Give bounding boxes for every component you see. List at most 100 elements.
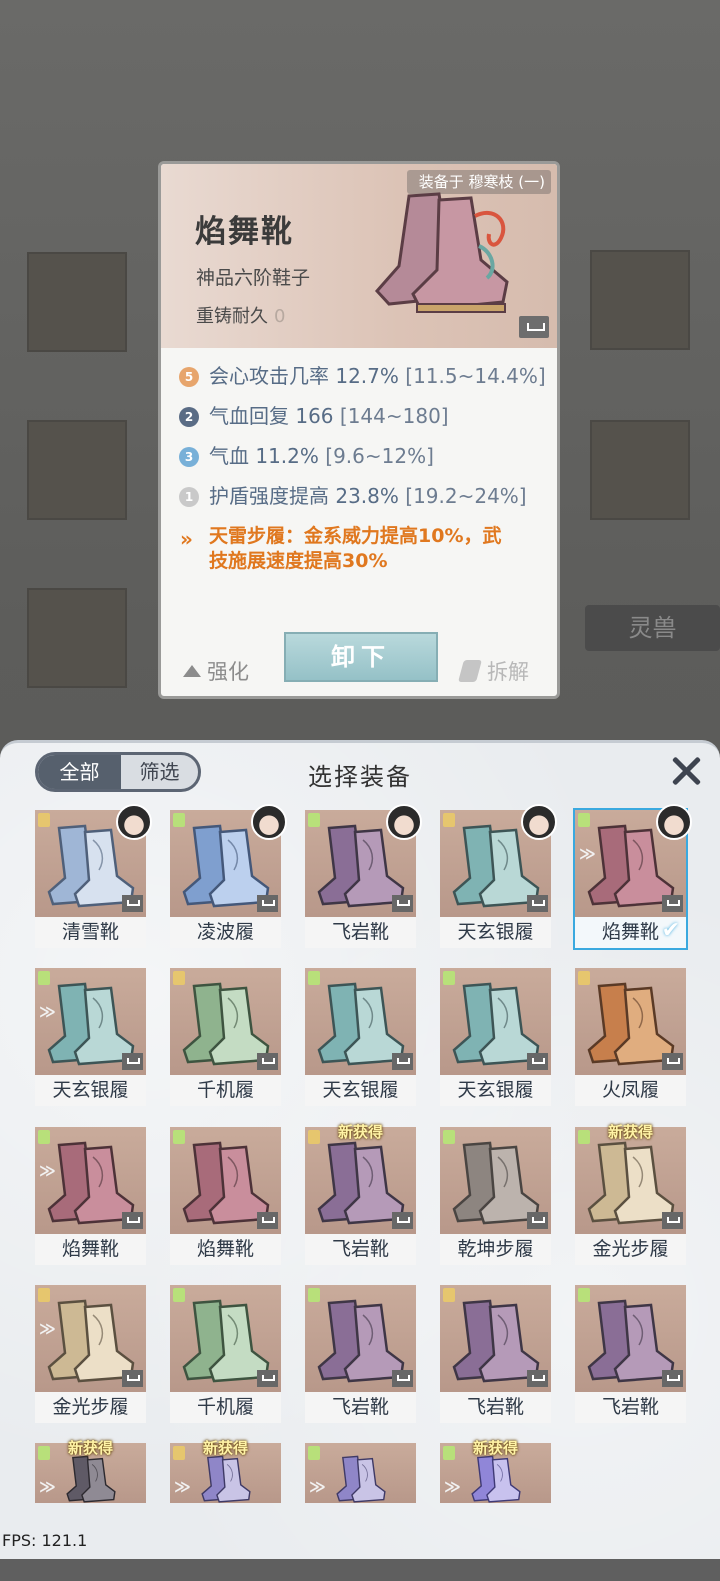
unbound-mark-icon: ≫ xyxy=(39,1477,56,1496)
equipment-thumbnail xyxy=(440,1127,551,1234)
unbound-mark-icon: ≫ xyxy=(39,1161,56,1180)
dismantle-button[interactable]: 拆解 xyxy=(458,656,529,686)
equipment-grid-item[interactable]: ≫ 天玄银履 xyxy=(35,968,146,1106)
equipment-thumbnail xyxy=(305,1127,416,1234)
lock-icon xyxy=(257,1212,278,1229)
lock-icon xyxy=(527,1370,548,1387)
equipment-grid-item[interactable]: 凌波履 xyxy=(170,804,287,948)
equipment-grid-item[interactable]: 天玄银履 xyxy=(440,804,557,948)
lock-icon xyxy=(257,1053,278,1070)
equipment-name: 天玄银履 xyxy=(35,1075,146,1106)
equipment-grid-item[interactable]: 金光步履 新获得 xyxy=(575,1123,686,1265)
equipment-thumbnail: ≫ xyxy=(35,968,146,1075)
equipment-grid-item[interactable]: 火凤履 xyxy=(575,968,686,1106)
equipment-grid-item[interactable]: ≫ 新获得 xyxy=(440,1439,551,1581)
unbound-mark-icon: ≫ xyxy=(309,1477,326,1496)
new-badge: 新获得 xyxy=(202,1439,248,1457)
lock-icon xyxy=(257,1370,278,1387)
lock-icon xyxy=(257,895,278,912)
equipment-grid-item[interactable]: ≫ 新获得 xyxy=(170,1439,281,1581)
equipment-grid-item[interactable]: 天玄银履 xyxy=(305,968,416,1106)
equipment-grid-item[interactable]: ≫ 新获得 xyxy=(35,1439,146,1581)
equipment-name: 飞岩靴 xyxy=(305,1234,416,1265)
boot-icon xyxy=(336,1455,386,1503)
stat-row: 3 气血 11.2% [9.6~12%] xyxy=(179,440,549,480)
unbound-mark-icon: ≫ xyxy=(39,1319,56,1338)
equipment-thumbnail xyxy=(575,968,686,1075)
dismantle-icon xyxy=(458,660,482,682)
equipment-name: 凌波履 xyxy=(170,917,281,948)
equipment-grid-item[interactable]: 千机履 xyxy=(170,1285,281,1423)
owner-avatar xyxy=(116,804,152,840)
stat-row: 2 气血回复 166 [144~180] xyxy=(179,400,549,440)
new-badge: 新获得 xyxy=(472,1439,518,1457)
set-bonus: » 天雷步履：金系威力提高10%，武 技施展速度提高30% xyxy=(179,524,549,574)
equipment-thumbnail xyxy=(575,1127,686,1234)
lock-icon xyxy=(122,1053,143,1070)
boot-icon xyxy=(471,1455,521,1503)
equipment-grid-item[interactable]: ≫ xyxy=(305,1443,416,1581)
unbound-mark-icon: ≫ xyxy=(174,1477,191,1496)
equipment-detail-card: 装备于 穆寒枝 (一) 焰舞靴 神品六阶鞋子 重铸耐久 0 5 会心攻击几率 12… xyxy=(158,161,560,699)
unequip-button[interactable]: 卸下 xyxy=(284,632,438,682)
equipment-grid-item[interactable]: 千机履 xyxy=(170,968,281,1106)
enhance-button[interactable]: 强化 xyxy=(183,656,249,686)
equipment-thumbnail: ≫ xyxy=(35,1285,146,1392)
bg-boots-slot xyxy=(27,588,127,688)
owner-avatar xyxy=(251,804,287,840)
lock-icon xyxy=(662,1212,683,1229)
owner-avatar xyxy=(656,804,692,840)
lock-icon[interactable] xyxy=(519,316,549,338)
stat-row: 1 护盾强度提高 23.8% [19.2~24%] xyxy=(179,480,549,520)
bg-accessory-slot xyxy=(590,420,690,520)
lock-icon xyxy=(662,895,683,912)
equipment-name: 千机履 xyxy=(170,1075,281,1106)
equipment-grid-item[interactable]: ≫ 焰舞靴 xyxy=(35,1127,146,1265)
equipment-name: 金光步履 xyxy=(35,1392,146,1423)
equipment-grid-item[interactable]: 飞岩靴 xyxy=(440,1285,551,1423)
equipment-thumbnail xyxy=(170,1127,281,1234)
set-bonus-line: 天雷步履：金系威力提高10%，武 xyxy=(209,525,502,547)
equipment-thumbnail xyxy=(305,1285,416,1392)
equipment-name: 天玄银履 xyxy=(440,917,551,948)
equipment-grid-item[interactable]: 天玄银履 xyxy=(440,968,551,1106)
stat-value: 护盾强度提高 23.8% xyxy=(209,484,399,508)
dismantle-label: 拆解 xyxy=(487,660,529,684)
close-icon[interactable] xyxy=(668,753,704,789)
equipment-grid-item[interactable]: 清雪靴 xyxy=(35,804,152,948)
enhance-label: 强化 xyxy=(207,660,249,684)
equipment-grid-item[interactable]: ≫ 金光步履 xyxy=(35,1285,146,1423)
stat-range: [19.2~24%] xyxy=(405,484,527,508)
stat-range: [11.5~14.4%] xyxy=(405,364,546,388)
equipment-thumbnail xyxy=(170,1285,281,1392)
equipment-grid-item[interactable]: 焰舞靴 xyxy=(170,1127,281,1265)
unbound-mark-icon: ≫ xyxy=(579,844,596,863)
equipment-name: 清雪靴 xyxy=(35,917,146,948)
lock-icon xyxy=(662,1370,683,1387)
equipment-grid-item[interactable]: 飞岩靴 新获得 xyxy=(305,1123,416,1265)
lock-icon xyxy=(392,1212,413,1229)
lock-icon xyxy=(527,1053,548,1070)
equipment-grid-item[interactable]: 飞岩靴 xyxy=(305,804,422,948)
stat-tier-icon: 2 xyxy=(179,407,199,427)
lock-icon xyxy=(527,1212,548,1229)
lock-icon xyxy=(527,895,548,912)
equipment-name: 焰舞靴 xyxy=(35,1234,146,1265)
owner-avatar xyxy=(386,804,422,840)
equipment-thumbnail xyxy=(440,1285,551,1392)
new-badge: 新获得 xyxy=(67,1439,113,1457)
equipment-thumbnail: ≫ xyxy=(35,1127,146,1234)
new-badge: 新获得 xyxy=(607,1123,653,1141)
equipment-grid-item[interactable]: 乾坤步履 xyxy=(440,1127,551,1265)
bg-armor-slot xyxy=(27,420,127,520)
equipment-grid-item[interactable]: 飞岩靴 xyxy=(575,1285,686,1423)
check-icon: ✔ xyxy=(661,918,680,943)
fps-counter: FPS: 121.1 xyxy=(2,1531,88,1550)
bg-accessory-slot xyxy=(590,250,690,350)
spirit-beast-button[interactable]: 灵兽 xyxy=(585,605,720,651)
new-badge: 新获得 xyxy=(337,1123,383,1141)
unbound-mark-icon: ≫ xyxy=(444,1477,461,1496)
stat-value: 气血回复 166 xyxy=(209,404,334,428)
equipment-grid-item[interactable]: ≫ 焰舞靴 ✔ xyxy=(573,804,692,950)
equipment-grid-item[interactable]: 飞岩靴 xyxy=(305,1285,416,1423)
